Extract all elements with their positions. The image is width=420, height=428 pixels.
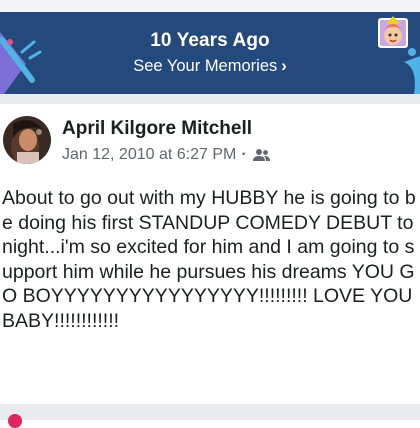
bottom-divider <box>0 404 420 420</box>
author-name[interactable]: April Kilgore Mitchell <box>62 118 252 140</box>
see-memories-label: See Your Memories <box>133 57 278 75</box>
party-decoration-left-icon <box>0 32 42 94</box>
memories-banner[interactable]: 10 Years Ago See Your Memories › <box>0 12 420 94</box>
section-gap <box>0 94 420 104</box>
avatar[interactable] <box>3 116 51 164</box>
memory-post: April Kilgore Mitchell Jan 12, 2010 at 6… <box>0 104 420 404</box>
profile-photo-icon <box>3 116 51 164</box>
chevron-right-icon: › <box>281 57 287 75</box>
post-text: About to go out with my HUBBY he is goin… <box>2 187 416 332</box>
meta-separator: · <box>241 146 247 163</box>
top-strip <box>0 0 420 12</box>
next-post-avatar-peek <box>8 414 22 428</box>
cartoon-character-icon <box>378 16 420 94</box>
post-timestamp[interactable]: Jan 12, 2010 at 6:27 PM <box>62 146 236 164</box>
see-memories-link[interactable]: See Your Memories › <box>0 57 420 76</box>
banner-title: 10 Years Ago <box>150 30 270 51</box>
friends-icon[interactable] <box>252 148 270 162</box>
post-meta: Jan 12, 2010 at 6:27 PM · <box>62 146 270 164</box>
